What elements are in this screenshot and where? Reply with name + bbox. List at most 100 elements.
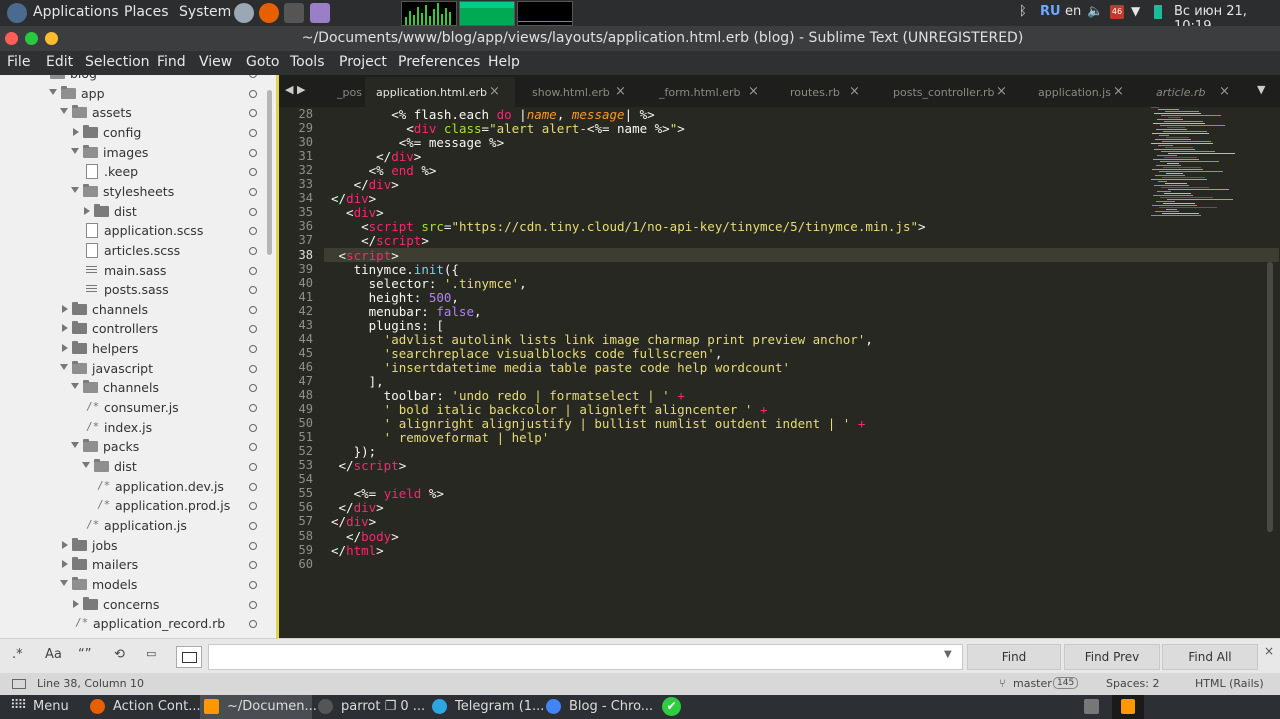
places-menu[interactable]: Places xyxy=(124,4,169,20)
tray-app-icon[interactable] xyxy=(1084,699,1099,714)
menu-edit[interactable]: Edit xyxy=(46,54,73,70)
taskbar-task[interactable]: parrot ❐ 0 ... xyxy=(314,695,426,719)
code-line[interactable]: </html> xyxy=(331,543,384,558)
chevron-down-icon[interactable] xyxy=(60,579,68,586)
tree-item[interactable]: channels xyxy=(0,378,265,398)
tree-item[interactable]: packs xyxy=(0,437,265,457)
tree-item[interactable]: app xyxy=(0,84,265,104)
taskbar-menu-button[interactable]: Menu xyxy=(33,699,69,714)
code-line[interactable]: </body> xyxy=(331,529,399,544)
code-line[interactable]: </div> xyxy=(331,177,399,192)
code-line[interactable]: <%= message %> xyxy=(331,135,504,150)
tab-scroll-right-icon[interactable]: ▶ xyxy=(297,83,305,96)
console-toggle-icon[interactable] xyxy=(12,679,26,689)
find-button[interactable]: Find xyxy=(967,644,1061,670)
menu-selection[interactable]: Selection xyxy=(85,54,150,70)
close-tab-icon[interactable]: × xyxy=(748,84,759,99)
tree-item[interactable]: articles.scss xyxy=(0,241,265,261)
code-line[interactable]: toolbar: 'undo redo | formatselect | ' + xyxy=(331,388,685,403)
taskbar-task[interactable]: Telegram (1... xyxy=(428,695,544,719)
tree-item[interactable]: /* index.js xyxy=(0,418,265,438)
tab-list-dropdown-icon[interactable]: ▼ xyxy=(1257,83,1265,96)
tab[interactable]: _form.html.erb × xyxy=(648,77,774,107)
notification-badge[interactable]: 46 xyxy=(1110,5,1124,19)
chevron-right-icon[interactable] xyxy=(62,560,68,569)
code-line[interactable]: </div> xyxy=(331,500,384,515)
tree-item[interactable]: /* application.prod.js xyxy=(0,496,265,516)
menu-preferences[interactable]: Preferences xyxy=(398,54,480,70)
regex-toggle-icon[interactable]: .* xyxy=(12,647,23,662)
tree-item[interactable]: javascript xyxy=(0,359,265,379)
taskbar-task[interactable]: Action Cont... xyxy=(86,695,201,719)
tree-item[interactable]: .keep xyxy=(0,162,265,182)
tree-item[interactable]: mailers xyxy=(0,555,265,575)
menu-goto[interactable]: Goto xyxy=(246,54,279,70)
tree-item[interactable]: jobs xyxy=(0,536,265,556)
language-indicator[interactable]: en xyxy=(1065,4,1081,19)
code-line[interactable]: <% end %> xyxy=(331,163,437,178)
code-line[interactable]: 'insertdatetime media table paste code h… xyxy=(331,360,790,375)
code-line[interactable]: height: 500, xyxy=(331,290,459,305)
close-tab-icon[interactable]: × xyxy=(615,84,626,99)
find-input[interactable] xyxy=(208,644,963,670)
terminal-launcher-icon[interactable] xyxy=(284,3,304,23)
chevron-right-icon[interactable] xyxy=(84,206,90,215)
code-line[interactable]: <%= yield %> xyxy=(331,486,444,501)
tree-item[interactable]: /* application.js xyxy=(0,516,265,536)
close-tab-icon[interactable]: × xyxy=(996,84,1007,99)
chevron-right-icon[interactable] xyxy=(62,540,68,549)
update-ok-icon[interactable]: ✔ xyxy=(662,697,681,716)
code-line[interactable]: plugins: [ xyxy=(331,318,444,333)
tree-item[interactable]: application.scss xyxy=(0,221,265,241)
file-tree-sidebar[interactable]: blog app assets config images .keep stylesheet… xyxy=(0,75,277,638)
menu-view[interactable]: View xyxy=(199,54,232,70)
tree-item[interactable]: images xyxy=(0,143,265,163)
battery-icon[interactable] xyxy=(1154,5,1162,19)
code-line[interactable]: ], xyxy=(331,374,384,389)
code-line[interactable]: <script src="https://cdn.tiny.cloud/1/no… xyxy=(331,219,925,234)
tab[interactable]: article.rb × xyxy=(1145,77,1245,107)
code-line[interactable]: </script> xyxy=(331,233,429,248)
case-sensitive-toggle-icon[interactable]: Aa xyxy=(45,647,62,662)
menu-project[interactable]: Project xyxy=(339,54,387,70)
highlight-matches-toggle[interactable] xyxy=(176,646,202,668)
tree-item[interactable]: controllers xyxy=(0,319,265,339)
tree-item[interactable]: channels xyxy=(0,300,265,320)
tree-item[interactable]: /* application_record.rb xyxy=(0,614,265,634)
tab-scroll-left-icon[interactable]: ◀ xyxy=(285,83,293,96)
tree-item[interactable]: /* application.dev.js xyxy=(0,477,265,497)
tree-item[interactable]: /* consumer.js xyxy=(0,398,265,418)
taskbar-task[interactable]: ~/Documen... xyxy=(200,695,317,719)
code-line[interactable]: </div> xyxy=(331,514,376,529)
code-line[interactable]: <script> xyxy=(331,248,399,263)
tree-item[interactable]: main.sass xyxy=(0,261,265,281)
code-line[interactable]: 'searchreplace visualblocks code fullscr… xyxy=(331,346,723,361)
chevron-down-icon[interactable] xyxy=(60,363,68,370)
firefox-launcher-icon[interactable] xyxy=(259,3,279,23)
code-line[interactable]: </div> xyxy=(331,149,421,164)
chevron-down-icon[interactable] xyxy=(71,186,79,193)
tree-item[interactable]: posts.sass xyxy=(0,280,265,300)
code-editor[interactable]: 28 <% flash.each do |name, message| %> 29… xyxy=(279,107,1280,638)
volume-icon[interactable]: 🔈 xyxy=(1087,4,1103,19)
sidebar-scrollbar[interactable] xyxy=(267,90,272,255)
code-line[interactable]: }); xyxy=(331,444,377,459)
wrap-toggle-icon[interactable]: ⟲ xyxy=(114,647,125,662)
code-line[interactable]: </div> xyxy=(331,191,376,206)
code-line[interactable]: ' removeformat | help' xyxy=(331,430,550,445)
git-branch[interactable]: master xyxy=(1013,677,1052,690)
editor-scrollbar[interactable] xyxy=(1267,262,1273,532)
code-line[interactable]: ' alignright alignjustify | bullist numl… xyxy=(331,416,866,431)
tree-item[interactable]: config xyxy=(0,123,265,143)
wifi-icon[interactable]: ▼ xyxy=(1131,4,1140,18)
whole-word-toggle-icon[interactable]: “” xyxy=(78,647,91,662)
code-line[interactable]: menubar: false, xyxy=(331,304,482,319)
menu-file[interactable]: File xyxy=(7,54,30,70)
find-history-dropdown-icon[interactable]: ▼ xyxy=(944,649,952,660)
window-titlebar[interactable]: ~/Documents/www/blog/app/views/layouts/a… xyxy=(0,26,1280,51)
chevron-right-icon[interactable] xyxy=(62,344,68,353)
code-line[interactable]: <% flash.each do |name, message| %> xyxy=(331,107,654,122)
bluetooth-icon[interactable]: ᛒ xyxy=(1019,4,1027,19)
keyboard-layout-indicator[interactable]: RU xyxy=(1040,4,1061,19)
tree-item[interactable]: helpers xyxy=(0,339,265,359)
